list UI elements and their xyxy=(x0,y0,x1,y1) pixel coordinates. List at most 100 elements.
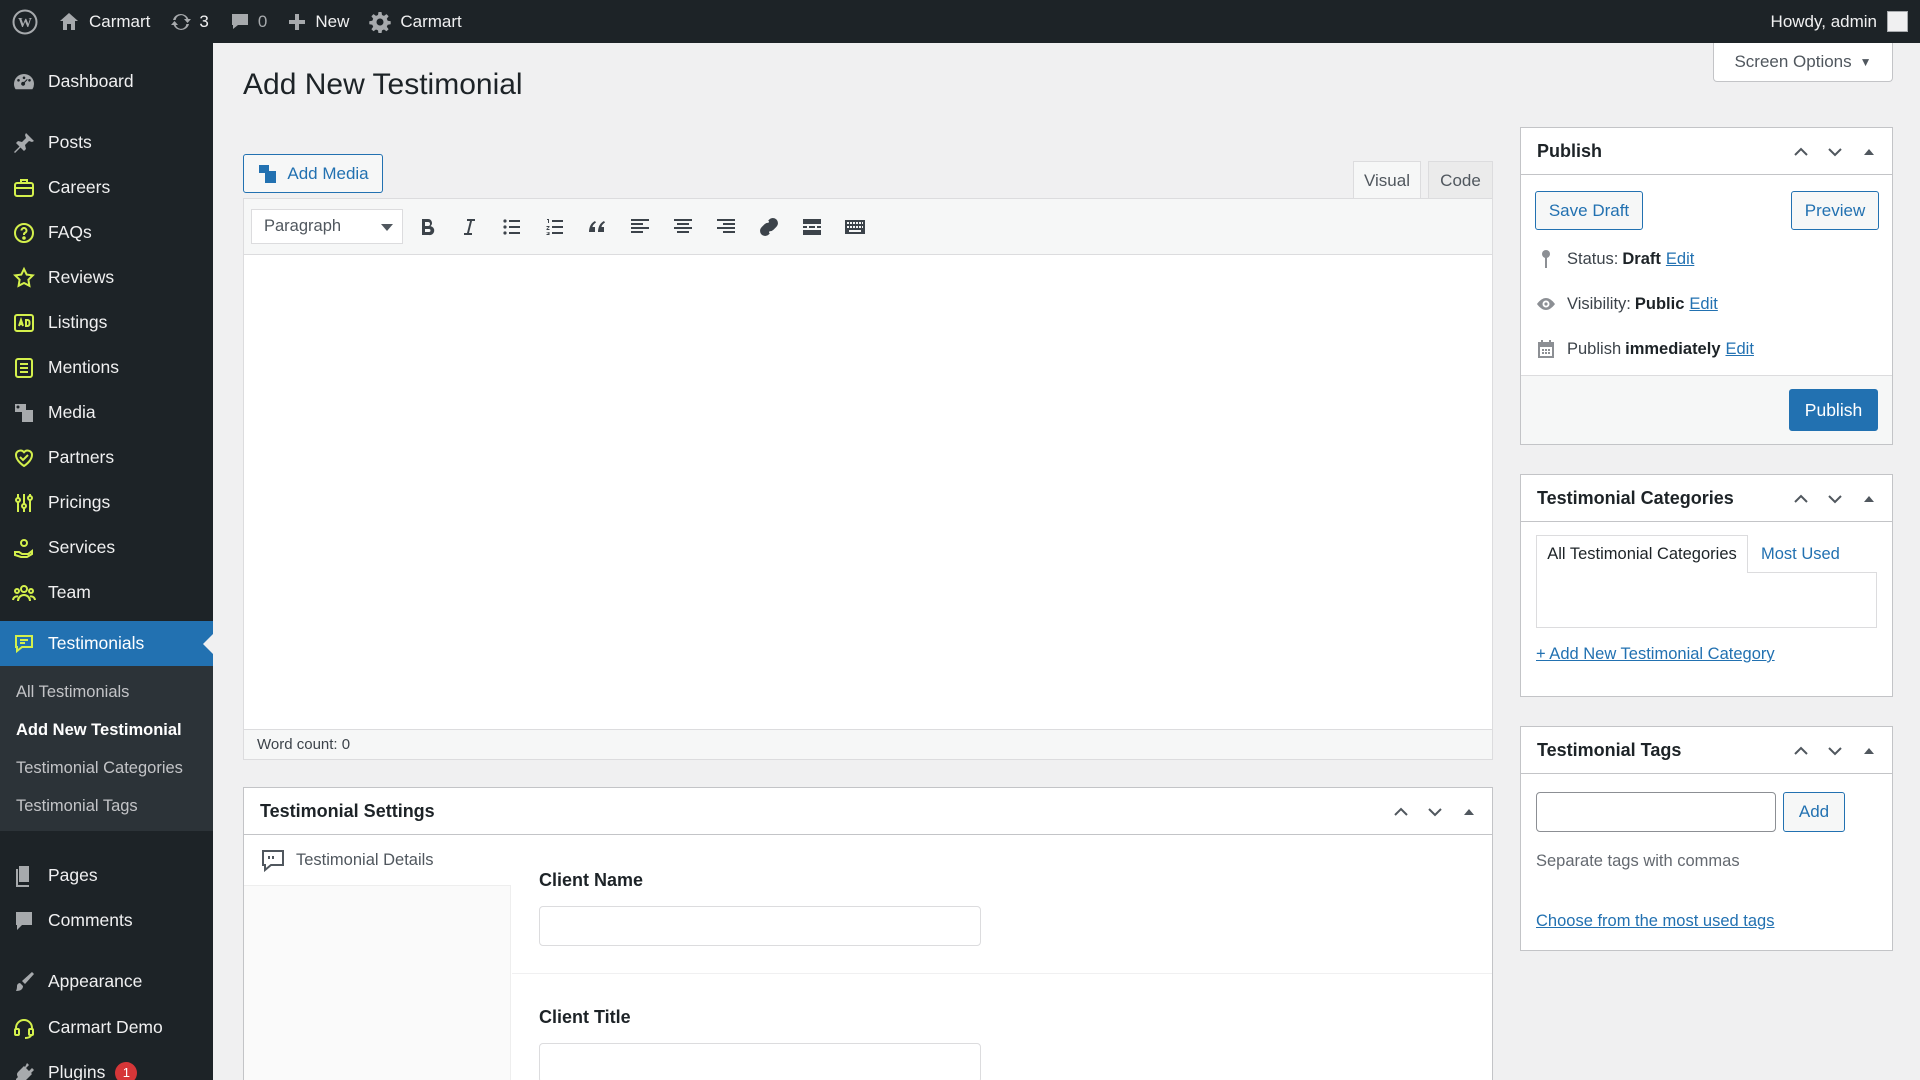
editor-toolbar: Paragraph xyxy=(244,199,1492,255)
new-content-link[interactable]: New xyxy=(277,0,359,43)
sidebar-item-testimonials[interactable]: Testimonials xyxy=(0,621,213,666)
move-up-button[interactable] xyxy=(1786,736,1816,766)
toggle-panel-button[interactable] xyxy=(1854,137,1884,167)
client-name-input[interactable] xyxy=(539,906,981,946)
submenu-testimonial-tags[interactable]: Testimonial Tags xyxy=(16,797,138,816)
updates-link[interactable]: 3 xyxy=(160,0,218,43)
blockquote-button[interactable] xyxy=(582,212,612,242)
categories-checklist[interactable] xyxy=(1536,572,1877,628)
pin-icon xyxy=(0,131,48,155)
align-center-icon xyxy=(674,219,692,233)
add-tag-button[interactable]: Add xyxy=(1783,792,1845,832)
chevron-down-icon xyxy=(1828,494,1842,503)
sidebar-item-pricings[interactable]: Pricings xyxy=(0,480,213,525)
add-new-category-link[interactable]: + Add New Testimonial Category xyxy=(1536,645,1775,664)
sidebar-item-appearance[interactable]: Appearance xyxy=(0,959,213,1004)
edit-status-link[interactable]: Edit xyxy=(1666,250,1694,269)
numbered-list-button[interactable] xyxy=(540,212,570,242)
sidebar-item-reviews[interactable]: Reviews xyxy=(0,255,213,300)
list-icon xyxy=(0,356,48,380)
publish-actions: Publish xyxy=(1521,375,1892,444)
move-down-button[interactable] xyxy=(1820,484,1850,514)
submenu-add-new-testimonial[interactable]: Add New Testimonial xyxy=(16,721,182,740)
bulleted-list-button[interactable] xyxy=(497,212,527,242)
align-left-button[interactable] xyxy=(625,212,655,242)
move-up-button[interactable] xyxy=(1786,137,1816,167)
dashboard-icon xyxy=(0,70,48,94)
align-left-icon xyxy=(631,219,649,233)
sidebar-item-label: Dashboard xyxy=(48,71,134,91)
avatar xyxy=(1887,11,1908,32)
bold-button[interactable] xyxy=(412,212,442,242)
move-up-button[interactable] xyxy=(1786,484,1816,514)
submenu-all-testimonials[interactable]: All Testimonials xyxy=(16,683,129,702)
question-icon xyxy=(0,221,48,245)
new-tag-input[interactable] xyxy=(1536,792,1776,832)
sidebar-item-label: Listings xyxy=(48,312,108,332)
sidebar-item-dashboard[interactable]: Dashboard xyxy=(0,59,213,104)
sidebar-item-faqs[interactable]: FAQs xyxy=(0,210,213,255)
publish-button[interactable]: Publish xyxy=(1789,389,1878,431)
move-down-button[interactable] xyxy=(1820,736,1850,766)
edit-date-link[interactable]: Edit xyxy=(1726,340,1754,359)
insert-link-button[interactable] xyxy=(754,212,784,242)
italic-button[interactable] xyxy=(454,212,484,242)
move-down-button[interactable] xyxy=(1420,797,1450,827)
tab-visual[interactable]: Visual xyxy=(1353,161,1421,199)
toggle-panel-button[interactable] xyxy=(1854,736,1884,766)
wordpress-logo-icon[interactable]: W xyxy=(0,0,48,43)
categories-header: Testimonial Categories xyxy=(1521,475,1892,522)
customize-link[interactable]: Carmart xyxy=(359,0,471,43)
align-right-button[interactable] xyxy=(711,212,741,242)
sidebar-item-careers[interactable]: Careers xyxy=(0,165,213,210)
move-down-button[interactable] xyxy=(1820,137,1850,167)
sidebar-item-listings[interactable]: Listings xyxy=(0,300,213,345)
my-account[interactable]: Howdy, admin xyxy=(1771,11,1920,32)
tab-most-used[interactable]: Most Used xyxy=(1761,535,1840,573)
toolbar-toggle-button[interactable] xyxy=(840,212,870,242)
comments-link[interactable]: 0 xyxy=(219,0,277,43)
sidebar-item-pages[interactable]: Pages xyxy=(0,853,213,898)
plugins-update-badge: 1 xyxy=(115,1061,138,1080)
edit-visibility-link[interactable]: Edit xyxy=(1689,295,1717,314)
submenu-testimonial-categories[interactable]: Testimonial Categories xyxy=(16,759,183,778)
refresh-icon xyxy=(171,13,192,30)
link-icon xyxy=(760,218,778,236)
site-name-link[interactable]: Carmart xyxy=(48,0,160,43)
client-title-input[interactable] xyxy=(539,1043,981,1080)
sidebar-item-team[interactable]: Team xyxy=(0,570,213,615)
client-name-label: Client Name xyxy=(539,870,644,890)
toggle-panel-button[interactable] xyxy=(1854,484,1884,514)
tab-all-categories[interactable]: All Testimonial Categories xyxy=(1536,535,1748,573)
add-media-button[interactable]: Add Media xyxy=(243,154,383,193)
comments-count: 0 xyxy=(257,11,268,31)
toggle-panel-button[interactable] xyxy=(1454,797,1484,827)
sidebar-item-partners[interactable]: Partners xyxy=(0,435,213,480)
comment-icon xyxy=(0,909,48,933)
sidebar-item-services[interactable]: Services xyxy=(0,525,213,570)
sidebar-item-media[interactable]: Media xyxy=(0,390,213,435)
tab-testimonial-details[interactable]: Testimonial Details xyxy=(244,836,511,886)
sidebar-item-label: Carmart Demo xyxy=(48,1017,163,1037)
move-up-button[interactable] xyxy=(1386,797,1416,827)
sidebar-item-posts[interactable]: Posts xyxy=(0,120,213,165)
tab-code[interactable]: Code xyxy=(1428,161,1493,199)
sidebar-item-plugins[interactable]: Plugins 1 xyxy=(0,1050,213,1080)
format-select[interactable]: Paragraph xyxy=(251,209,403,244)
chevron-down-icon xyxy=(1828,147,1842,156)
editor-content-area[interactable] xyxy=(244,255,1492,729)
save-draft-button[interactable]: Save Draft xyxy=(1535,191,1643,230)
svg-text:W: W xyxy=(18,16,32,31)
read-more-button[interactable] xyxy=(797,212,827,242)
align-center-button[interactable] xyxy=(668,212,698,242)
pin-icon xyxy=(1542,250,1550,268)
sidebar-item-comments[interactable]: Comments xyxy=(0,898,213,943)
preview-button[interactable]: Preview xyxy=(1791,191,1879,230)
choose-most-used-tags-link[interactable]: Choose from the most used tags xyxy=(1536,912,1774,931)
chevron-down-icon xyxy=(381,224,393,231)
add-media-label: Add Media xyxy=(287,163,369,183)
plus-icon xyxy=(289,13,306,30)
screen-options-button[interactable]: Screen Options ▼ xyxy=(1713,43,1893,82)
sidebar-item-carmart-demo[interactable]: Carmart Demo xyxy=(0,1005,213,1050)
sidebar-item-mentions[interactable]: Mentions xyxy=(0,345,213,390)
